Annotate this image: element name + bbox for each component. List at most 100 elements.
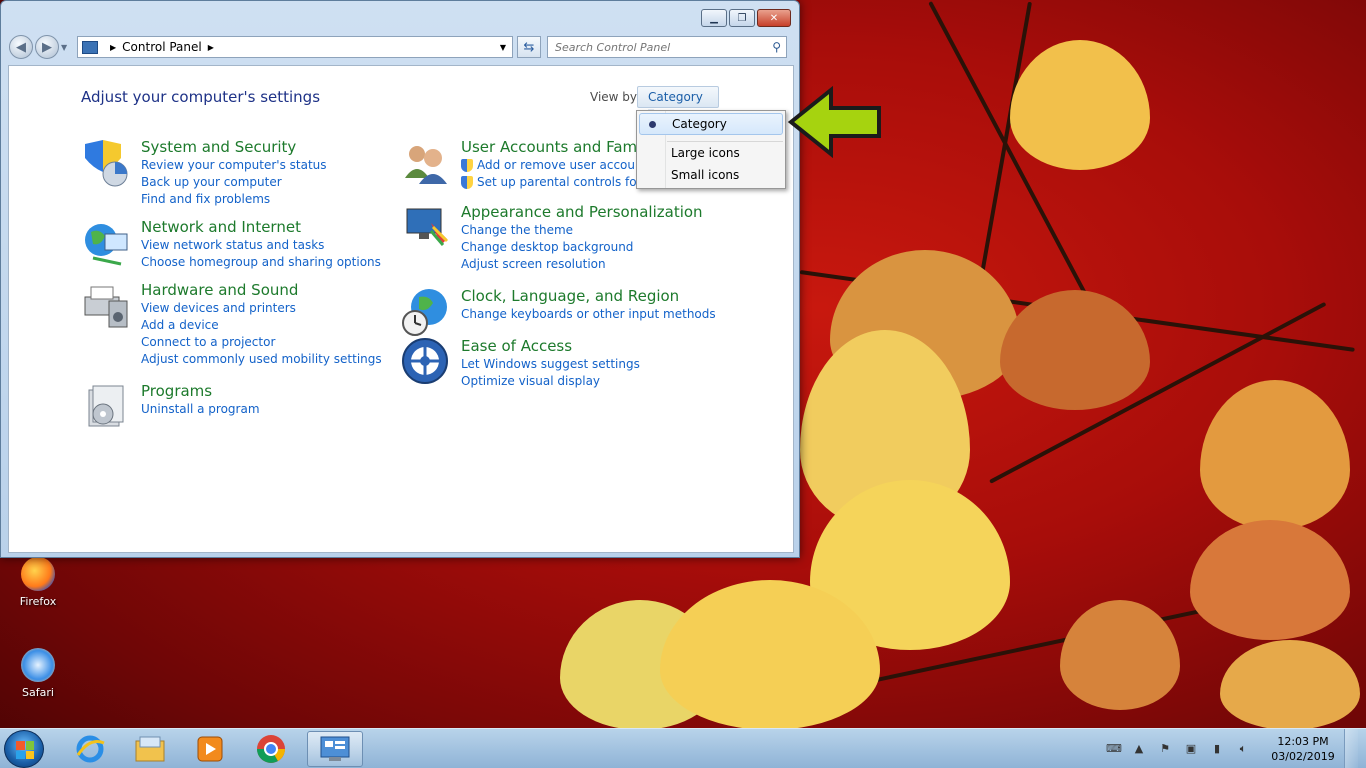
users-icon — [401, 138, 451, 188]
category-system-security: System and Security Review your computer… — [81, 138, 327, 208]
address-bar[interactable]: ▶ Control Panel ▶ ▼ — [77, 36, 513, 58]
clock[interactable]: 12:03 PM 03/02/2019 — [1268, 734, 1338, 764]
category-link[interactable]: Optimize visual display — [461, 373, 640, 390]
category-link[interactable]: Add or remove user accounts — [461, 157, 660, 174]
keyboard-icon[interactable]: ⌨ — [1106, 742, 1122, 756]
media-player-icon — [197, 736, 223, 762]
navigation-bar: ◀ ▶ ▼ ▶ Control Panel ▶ ▼ ⇆ ⚲ — [9, 35, 791, 59]
radio-bullet-icon — [649, 121, 656, 128]
minimize-button[interactable]: ▁ — [701, 9, 727, 27]
show-desktop-button[interactable] — [1344, 729, 1358, 768]
clock-globe-icon — [401, 287, 451, 337]
back-button[interactable]: ◀ — [9, 35, 33, 59]
safari-icon — [21, 648, 55, 682]
taskbar-internet-explorer[interactable] — [62, 731, 118, 767]
category-title[interactable]: Programs — [141, 382, 260, 400]
pointer-arrow-icon — [787, 86, 881, 158]
recent-pages-dropdown[interactable]: ▼ — [61, 43, 71, 52]
category-link[interactable]: Back up your computer — [141, 174, 327, 191]
view-by-dropdown[interactable]: Category ▼ — [637, 86, 719, 117]
category-title[interactable]: Hardware and Sound — [141, 281, 382, 299]
category-link[interactable]: Uninstall a program — [141, 401, 260, 418]
refresh-button[interactable]: ⇆ — [517, 36, 541, 58]
shield-icon — [81, 138, 131, 188]
category-title[interactable]: User Accounts and Family — [461, 138, 660, 156]
uac-shield-icon — [461, 159, 473, 172]
category-network-internet: Network and Internet View network status… — [81, 218, 381, 271]
category-hardware-sound: Hardware and Sound View devices and prin… — [81, 281, 382, 368]
printer-icon — [81, 281, 131, 331]
desktop-icon-firefox[interactable]: Firefox — [8, 557, 68, 608]
category-user-accounts: User Accounts and Family Add or remove u… — [401, 138, 660, 191]
start-button[interactable] — [4, 730, 44, 768]
category-ease-of-access: Ease of Access Let Windows suggest setti… — [401, 337, 640, 390]
category-programs: Programs Uninstall a program — [81, 382, 260, 432]
chevron-right-icon[interactable]: ▶ — [208, 43, 214, 52]
action-center-icon[interactable]: ⚑ — [1158, 742, 1172, 756]
menu-item-large-icons[interactable]: Large icons — [639, 142, 783, 164]
window-controls: ▁ ❐ ✕ — [701, 9, 791, 27]
maximize-button[interactable]: ❐ — [729, 9, 755, 27]
folder-icon — [135, 736, 165, 762]
category-link[interactable]: Connect to a projector — [141, 334, 382, 351]
category-link[interactable]: View network status and tasks — [141, 237, 381, 254]
clock-date: 03/02/2019 — [1271, 750, 1335, 763]
category-title[interactable]: Appearance and Personalization — [461, 203, 703, 221]
category-title[interactable]: Clock, Language, and Region — [461, 287, 716, 305]
category-title[interactable]: Network and Internet — [141, 218, 381, 236]
ease-of-access-icon — [401, 337, 451, 387]
programs-icon — [81, 382, 131, 432]
network-signal-icon[interactable]: ▮ — [1210, 742, 1224, 756]
internet-explorer-icon — [76, 735, 105, 763]
search-box: ⚲ — [547, 36, 787, 58]
category-link[interactable]: Change the theme — [461, 222, 703, 239]
control-panel-icon — [82, 40, 98, 54]
control-panel-window: ▁ ❐ ✕ ◀ ▶ ▼ ▶ Control Panel ▶ ▼ ⇆ ⚲ Adju… — [0, 0, 800, 558]
taskbar-chrome[interactable] — [243, 731, 299, 767]
appearance-icon — [401, 203, 451, 253]
page-title: Adjust your computer's settings — [81, 88, 321, 106]
uac-shield-icon — [461, 176, 473, 189]
search-input[interactable] — [555, 40, 765, 54]
windows-logo-icon — [16, 741, 34, 759]
network-globe-icon — [81, 218, 131, 268]
category-link[interactable]: Adjust commonly used mobility settings — [141, 351, 382, 368]
view-by-menu: Category Large icons Small icons — [636, 110, 786, 189]
category-link[interactable]: Find and fix problems — [141, 191, 327, 208]
usb-device-icon[interactable]: ▣ — [1184, 742, 1198, 756]
taskbar: ⌨ ▲ ⚑ ▣ ▮ 🔈︎ 12:03 PM 03/02/2019 — [0, 728, 1366, 768]
category-link[interactable]: Set up parental controls for an — [461, 174, 660, 191]
system-tray: ⌨ ▲ ⚑ ▣ ▮ 🔈︎ 12:03 PM 03/02/2019 — [1100, 729, 1358, 768]
category-link[interactable]: View devices and printers — [141, 300, 382, 317]
menu-item-small-icons[interactable]: Small icons — [639, 164, 783, 186]
view-by-label: View by: — [590, 90, 641, 104]
category-link[interactable]: Choose homegroup and sharing options — [141, 254, 381, 271]
chrome-icon — [257, 735, 285, 763]
menu-item-category[interactable]: Category — [639, 113, 783, 135]
category-clock-language-region: Clock, Language, and Region Change keybo… — [401, 287, 716, 337]
taskbar-control-panel[interactable] — [307, 731, 363, 767]
breadcrumb-control-panel[interactable]: Control Panel — [122, 40, 202, 54]
category-link[interactable]: Let Windows suggest settings — [461, 356, 640, 373]
chevron-right-icon[interactable]: ▶ — [110, 43, 116, 52]
category-link[interactable]: Adjust screen resolution — [461, 256, 703, 273]
desktop-icon-safari[interactable]: Safari — [8, 648, 68, 699]
address-dropdown-icon[interactable]: ▼ — [500, 43, 506, 52]
clock-time: 12:03 PM — [1277, 735, 1329, 748]
close-button[interactable]: ✕ — [757, 9, 791, 27]
taskbar-explorer[interactable] — [122, 731, 178, 767]
search-icon[interactable]: ⚲ — [772, 40, 781, 54]
category-appearance: Appearance and Personalization Change th… — [401, 203, 703, 273]
category-link[interactable]: Change desktop background — [461, 239, 703, 256]
forward-button[interactable]: ▶ — [35, 35, 59, 59]
view-by-value: Category — [648, 90, 703, 104]
category-title[interactable]: System and Security — [141, 138, 327, 156]
category-title[interactable]: Ease of Access — [461, 337, 640, 355]
firefox-icon — [21, 557, 55, 591]
category-link[interactable]: Change keyboards or other input methods — [461, 306, 716, 323]
category-link[interactable]: Review your computer's status — [141, 157, 327, 174]
volume-icon[interactable]: 🔈︎ — [1236, 742, 1250, 756]
taskbar-media-player[interactable] — [182, 731, 238, 767]
category-link[interactable]: Add a device — [141, 317, 382, 334]
show-hidden-icons-icon[interactable]: ▲ — [1132, 742, 1146, 756]
